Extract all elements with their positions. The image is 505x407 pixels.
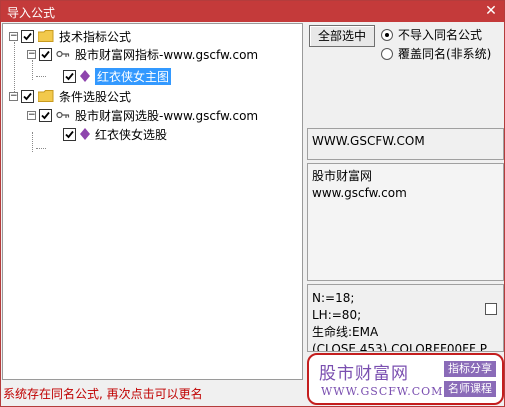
- select-all-button[interactable]: 全部选中: [309, 25, 375, 47]
- collapse-icon[interactable]: −: [27, 49, 36, 59]
- option-overwrite[interactable]: 覆盖同名(非系统): [381, 45, 491, 62]
- option-label: 覆盖同名(非系统): [398, 47, 492, 61]
- watermark-tag: 指标分享: [444, 361, 496, 377]
- code-checkbox[interactable]: [485, 303, 497, 315]
- tree-node-stock-screen[interactable]: − 条件选股公式: [9, 87, 131, 105]
- website-panel: WWW.GSCFW.COM: [307, 128, 504, 160]
- tree-label: 股市财富网指标-www.gscfw.com: [75, 47, 259, 62]
- close-icon[interactable]: ✕: [482, 2, 500, 20]
- title-bar: 导入公式 ✕: [1, 1, 504, 22]
- website-text: WWW.GSCFW.COM: [312, 134, 425, 148]
- key-icon: [56, 111, 70, 119]
- folder-icon: [38, 90, 54, 102]
- checkbox[interactable]: [63, 69, 76, 83]
- watermark-logo: 股市财富网 WWW.GSCFW.COM 指标分享 名师课程: [307, 353, 504, 405]
- tree-node-indicator-group[interactable]: − 股市财富网指标-www.gscfw.com: [27, 45, 258, 63]
- radio-icon[interactable]: [381, 47, 393, 60]
- formula-icon: [80, 70, 90, 82]
- code-line: LH:=80;: [312, 308, 362, 322]
- tree-label-selected: 红衣侠女主图: [95, 67, 172, 85]
- tree-node-screen-group[interactable]: − 股市财富网选股-www.gscfw.com: [27, 106, 258, 124]
- tree-label: 红衣侠女选股: [95, 127, 168, 142]
- tree-label: 股市财富网选股-www.gscfw.com: [75, 108, 259, 123]
- watermark-name: 股市财富网: [319, 364, 409, 384]
- folder-icon: [38, 30, 54, 42]
- watermark-tag: 名师课程: [444, 381, 496, 397]
- checkbox[interactable]: [39, 47, 52, 61]
- tree-node-screen[interactable]: 红衣侠女选股: [63, 125, 167, 143]
- code-panel[interactable]: N:=18; LH:=80; 生命线:EMA (CLOSE,453),COLOR…: [307, 284, 504, 352]
- tree-node-main-chart[interactable]: 红衣侠女主图: [63, 67, 172, 85]
- collapse-icon[interactable]: −: [9, 91, 18, 101]
- option-skip-same-name[interactable]: 不导入同名公式: [381, 26, 482, 43]
- radio-icon[interactable]: [381, 28, 393, 41]
- code-line: (CLOSE,453),COLORFF00FF,P: [312, 342, 487, 352]
- formula-icon: [80, 128, 90, 140]
- description-panel[interactable]: 股市财富网 www.gscfw.com: [307, 163, 504, 281]
- formula-tree[interactable]: − 技术指标公式 − 股市财富网指标-www.gscfw.com 红衣侠女主图 …: [2, 23, 303, 380]
- checkbox[interactable]: [21, 89, 34, 103]
- description-line: www.gscfw.com: [312, 186, 407, 200]
- code-line: 生命线:EMA: [312, 325, 379, 339]
- import-formula-dialog: 导入公式 ✕ − 技术指标公式 − 股市财富网指标-www.gscfw.com …: [0, 0, 505, 407]
- watermark-url: WWW.GSCFW.COM: [321, 385, 444, 398]
- description-line: 股市财富网: [312, 169, 373, 183]
- option-label: 不导入同名公式: [398, 28, 483, 42]
- tree-label: 技术指标公式: [59, 29, 132, 44]
- tree-label: 条件选股公式: [59, 89, 132, 104]
- checkbox[interactable]: [21, 29, 34, 43]
- tree-node-indicator[interactable]: − 技术指标公式: [9, 27, 131, 45]
- window-title: 导入公式: [7, 6, 56, 20]
- status-message: 系统存在同名公式, 再次点击可以更名: [3, 387, 203, 401]
- collapse-icon[interactable]: −: [27, 110, 36, 120]
- checkbox[interactable]: [39, 108, 52, 122]
- key-icon: [56, 50, 70, 58]
- code-line: N:=18;: [312, 291, 355, 305]
- collapse-icon[interactable]: −: [9, 31, 18, 41]
- checkbox[interactable]: [63, 127, 76, 141]
